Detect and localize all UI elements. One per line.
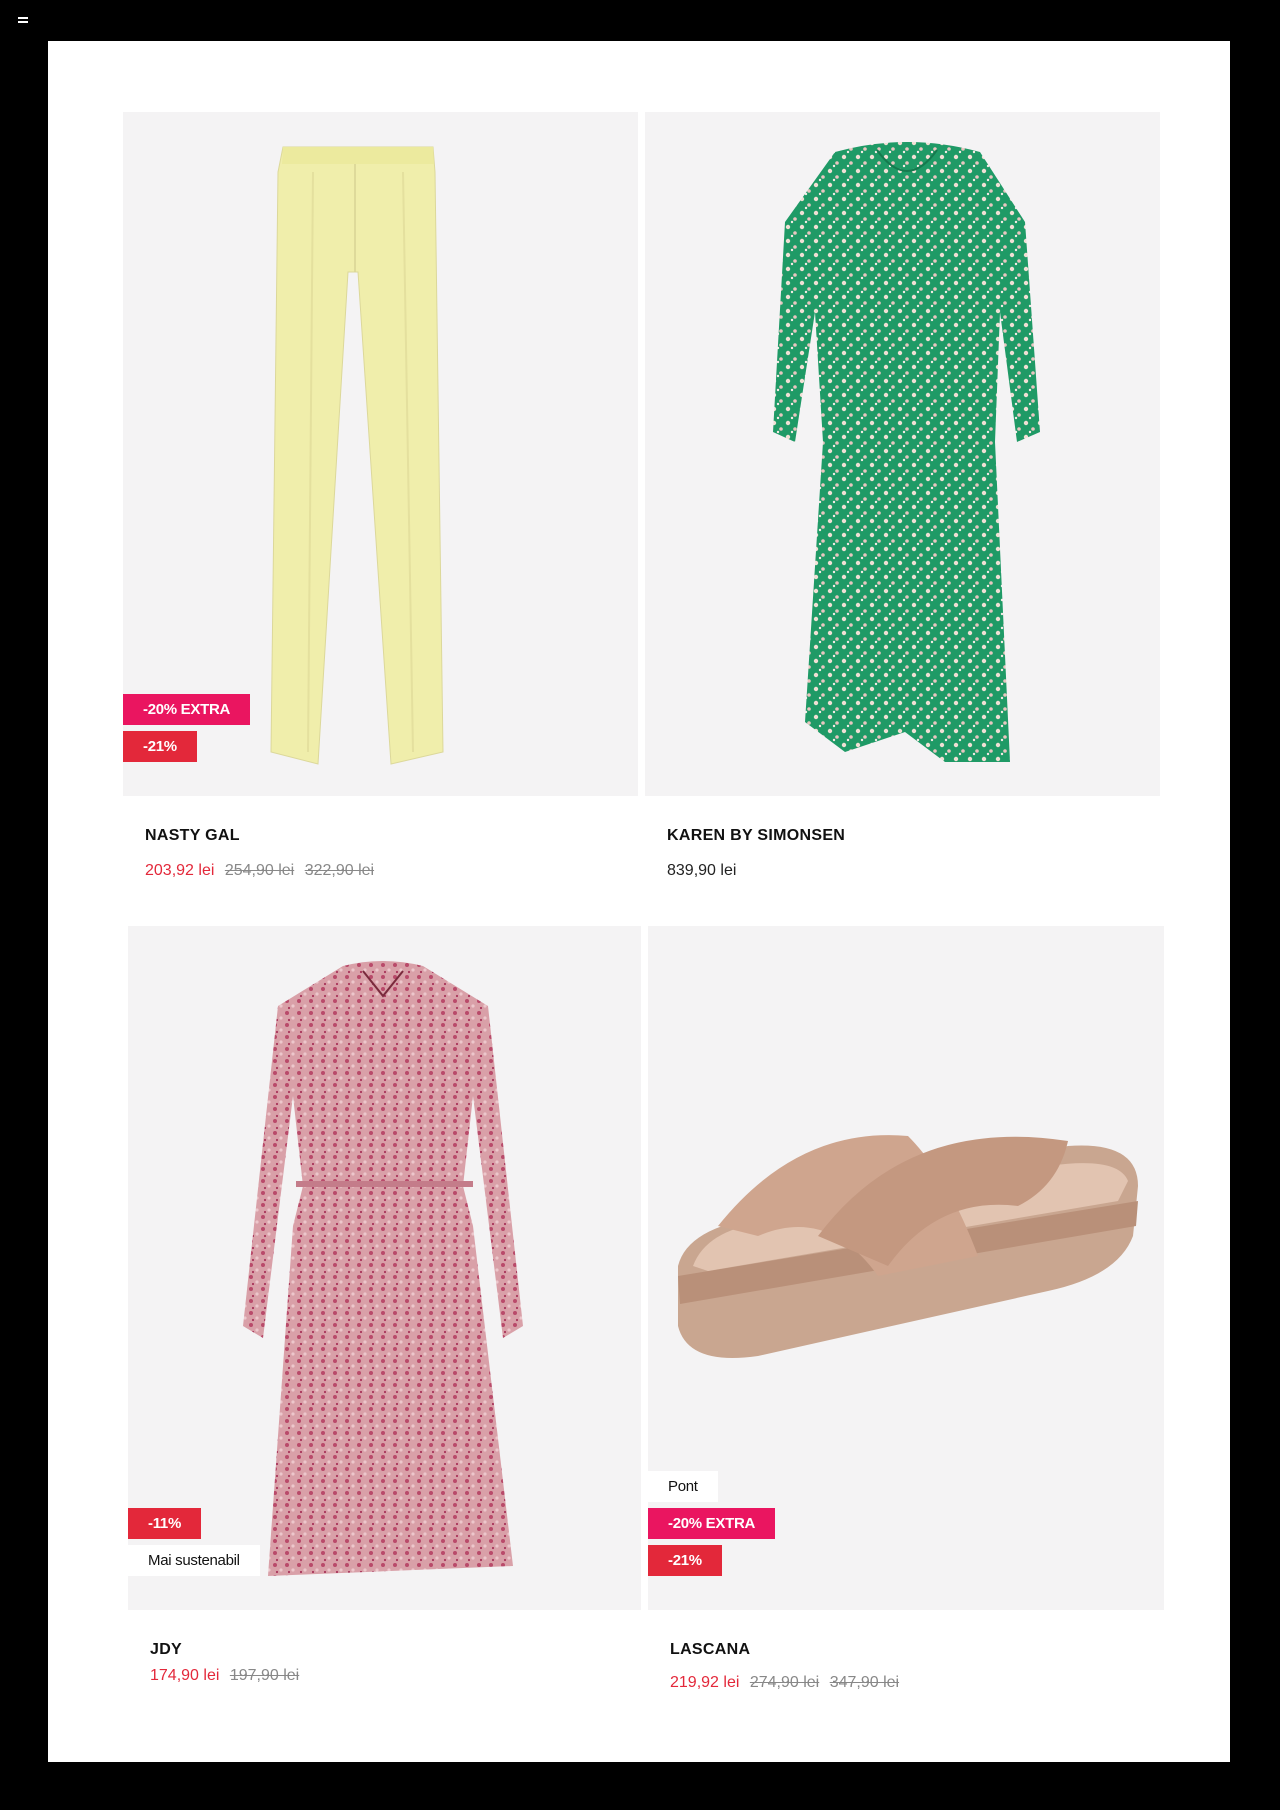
sustainable-badge: Mai sustenabil bbox=[128, 1545, 260, 1576]
product-brand[interactable]: KAREN BY SIMONSEN bbox=[667, 827, 845, 845]
price-old: 197,90 lei bbox=[229, 1667, 300, 1684]
extra-discount-badge: -20% EXTRA bbox=[123, 694, 251, 725]
product-image-dress[interactable] bbox=[645, 112, 1160, 796]
extra-discount-badge: -20% EXTRA bbox=[648, 1508, 776, 1539]
product-card-jdy[interactable]: -11% Mai sustenabil JDY 174,90 lei 197,9… bbox=[128, 926, 641, 1726]
product-card-nasty-gal[interactable]: -20% EXTRA -21% NASTY GAL 203,92 lei 254… bbox=[123, 112, 638, 912]
discount-badge: -21% bbox=[123, 731, 197, 762]
product-grid-page: -20% EXTRA -21% NASTY GAL 203,92 lei 254… bbox=[48, 41, 1230, 1762]
price-old: 254,90 lei bbox=[224, 862, 295, 879]
price-sale: 174,90 lei bbox=[150, 1667, 220, 1684]
dress-illustration bbox=[243, 961, 523, 1576]
discount-badge: -11% bbox=[128, 1508, 201, 1539]
product-brand[interactable]: JDY bbox=[150, 1641, 182, 1659]
product-brand[interactable]: LASCANA bbox=[670, 1641, 750, 1659]
product-card-lascana[interactable]: Pont -20% EXTRA -21% LASCANA 219,92 lei … bbox=[648, 926, 1164, 1726]
price-original: 347,90 lei bbox=[829, 1674, 900, 1691]
product-brand[interactable]: NASTY GAL bbox=[145, 827, 240, 845]
price-original: 322,90 lei bbox=[304, 862, 375, 879]
product-card-karen-by-simonsen[interactable]: KAREN BY SIMONSEN 839,90 lei bbox=[645, 112, 1160, 912]
product-image-sandal[interactable]: Pont -20% EXTRA -21% bbox=[648, 926, 1164, 1610]
product-image-trousers[interactable]: -20% EXTRA -21% bbox=[123, 112, 638, 796]
tip-badge: Pont bbox=[648, 1471, 718, 1502]
product-image-dress[interactable]: -11% Mai sustenabil bbox=[128, 926, 641, 1610]
discount-badge: -21% bbox=[648, 1545, 722, 1576]
price-regular: 839,90 lei bbox=[667, 862, 737, 879]
price-sale: 203,92 lei bbox=[145, 862, 215, 879]
price-old: 274,90 lei bbox=[749, 1674, 820, 1691]
product-price: 174,90 lei 197,90 lei bbox=[150, 1667, 305, 1685]
dress-illustration bbox=[773, 142, 1040, 762]
product-price: 219,92 lei 274,90 lei 347,90 lei bbox=[670, 1674, 905, 1692]
product-price: 203,92 lei 254,90 lei 322,90 lei bbox=[145, 862, 380, 880]
product-price: 839,90 lei bbox=[667, 862, 736, 880]
hamburger-menu-icon[interactable] bbox=[18, 17, 28, 25]
price-sale: 219,92 lei bbox=[670, 1674, 740, 1691]
